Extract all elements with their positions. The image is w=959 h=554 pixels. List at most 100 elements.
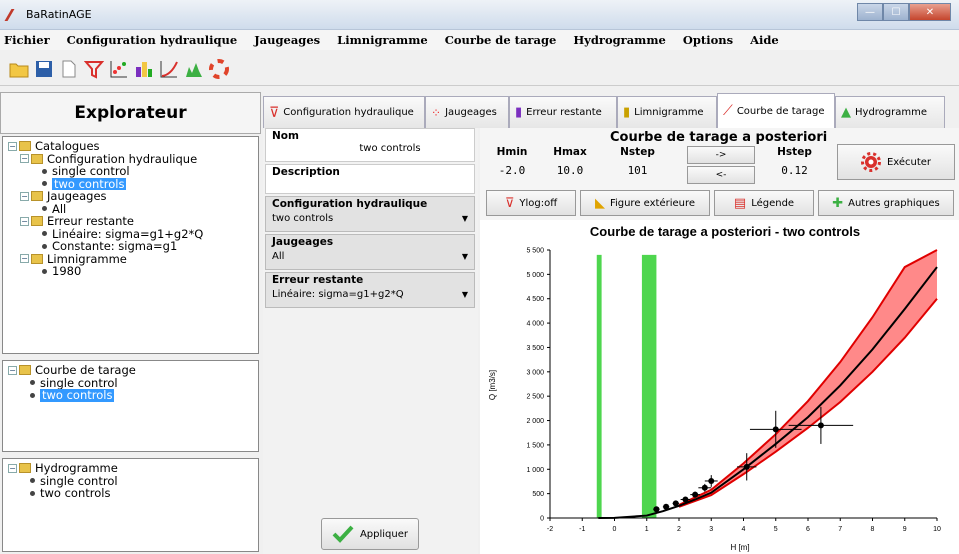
bullet-icon	[30, 490, 35, 496]
menu-fichier[interactable]: Fichier	[4, 33, 50, 47]
config-label: Configuration hydraulique	[272, 198, 428, 210]
tab-limnigramme[interactable]: ▮ Limnigramme	[617, 96, 717, 128]
save-icon[interactable]	[33, 58, 55, 80]
tree-courbe[interactable]: − Courbe de tarage	[8, 364, 253, 377]
chart-title: Courbe de tarage a posteriori - two cont…	[590, 224, 860, 239]
tree-config-single[interactable]: single control	[8, 165, 253, 178]
collapse-icon[interactable]: −	[20, 254, 29, 264]
ylog-button[interactable]: ⊽ Ylog:off	[486, 190, 576, 216]
rating-curve-form: Nom two controls Description Configurati…	[263, 128, 478, 554]
y-tick-label: 500	[532, 491, 544, 498]
open-folder-icon[interactable]	[8, 58, 30, 80]
close-button[interactable]: ✕	[909, 3, 951, 21]
tab-courbe-de-tarage[interactable]: ⟋ Courbe de tarage	[717, 93, 835, 128]
name-block: Nom two controls	[265, 128, 475, 162]
collapse-icon[interactable]: −	[8, 141, 17, 151]
menu-options[interactable]: Options	[683, 33, 733, 47]
window-title: BaRatinAGE	[26, 8, 92, 21]
collapse-icon[interactable]: −	[20, 216, 29, 226]
tree-jaugeages[interactable]: − Jaugeages	[8, 190, 253, 203]
folder-icon	[19, 463, 31, 474]
gaugings-select[interactable]: All ▼	[266, 249, 474, 264]
y-tick-label: 4 000	[526, 321, 544, 328]
bullet-icon	[42, 168, 47, 174]
gauging-point	[772, 426, 779, 433]
tree-limnigramme[interactable]: − Limnigramme	[8, 252, 253, 266]
execute-button[interactable]: Exécuter	[837, 144, 955, 180]
y-axis-label: Q [m3/s]	[488, 370, 497, 400]
collapse-icon[interactable]: −	[8, 463, 17, 473]
collapse-icon[interactable]: −	[8, 365, 17, 375]
bullet-icon	[42, 181, 47, 187]
hydrograph-icon[interactable]	[183, 58, 205, 80]
tree-label: Jaugeages	[47, 189, 107, 203]
remnant-error-icon[interactable]	[133, 58, 155, 80]
tree-hydro[interactable]: − Hydrogramme	[8, 462, 253, 475]
legend-button[interactable]: ▤ Légende	[714, 190, 814, 216]
tree-config-two[interactable]: two controls	[8, 177, 253, 190]
bullet-icon	[42, 231, 47, 237]
tree-courbe-two[interactable]: two controls	[8, 389, 253, 402]
menu-configuration-hydraulique[interactable]: Configuration hydraulique	[67, 33, 238, 47]
y-tick-label: 3 500	[526, 345, 544, 352]
menu-aide[interactable]: Aide	[750, 33, 779, 47]
tree-erreur[interactable]: − Erreur restante	[8, 215, 253, 228]
external-figure-icon: ◣	[594, 195, 605, 211]
tree-config-hyd[interactable]: − Configuration hydraulique	[8, 152, 253, 166]
name-label: Nom	[272, 130, 299, 142]
name-field[interactable]: two controls	[266, 143, 474, 154]
other-plots-icon: ✚	[832, 195, 844, 211]
menu-hydrogramme[interactable]: Hydrogramme	[573, 33, 666, 47]
hmin-field[interactable]: -2.0	[492, 164, 532, 177]
y-tick-label: 0	[540, 516, 544, 523]
new-document-icon[interactable]	[58, 58, 80, 80]
minimize-button[interactable]: —	[857, 3, 883, 21]
error-select[interactable]: Linéaire: sigma=g1+g2*Q ▼	[266, 287, 474, 302]
gaugings-icon: ⁘	[431, 105, 442, 120]
tab-jaugeages[interactable]: ⁘ Jaugeages	[425, 96, 509, 128]
rating-curve-icon[interactable]	[158, 58, 180, 80]
hstep-field[interactable]: 0.12	[772, 164, 817, 177]
hmin-param: Hmin -2.0	[492, 146, 532, 177]
x-tick-label: 6	[806, 526, 810, 533]
hydraulic-config-icon[interactable]	[83, 58, 105, 80]
hmax-field[interactable]: 10.0	[550, 164, 590, 177]
apply-button[interactable]: Appliquer	[321, 518, 419, 550]
y-tick-label: 1 500	[526, 442, 544, 449]
other-plots-button[interactable]: ✚ Autres graphiques	[818, 190, 954, 216]
y-tick-label: 3 000	[526, 369, 544, 376]
folder-icon	[31, 191, 43, 202]
gaugings-label: Jaugeages	[272, 236, 334, 248]
x-tick-label: 8	[871, 526, 875, 533]
compute-hstep-button[interactable]: ->	[687, 146, 755, 164]
collapse-icon[interactable]: −	[20, 154, 29, 164]
nstep-field[interactable]: 101	[615, 164, 660, 177]
menu-limnigramme[interactable]: Limnigramme	[337, 33, 428, 47]
config-select[interactable]: two controls ▼	[266, 211, 474, 226]
help-lifebuoy-icon[interactable]	[208, 58, 230, 80]
hstep-label: Hstep	[777, 146, 812, 158]
maximize-button[interactable]: ☐	[883, 3, 909, 21]
menu-bar: Fichier Configuration hydraulique Jaugea…	[0, 30, 959, 50]
gauging-point	[663, 503, 670, 510]
menu-courbe-de-tarage[interactable]: Courbe de tarage	[445, 33, 557, 47]
tab-configuration-hydraulique[interactable]: ⊽ Configuration hydraulique	[263, 96, 425, 128]
gaugings-icon[interactable]	[108, 58, 130, 80]
x-tick-label: 9	[903, 526, 907, 533]
tab-hydrogramme[interactable]: ▲ Hydrogramme	[835, 96, 945, 128]
tree-limni-1980[interactable]: 1980	[8, 265, 253, 278]
tree-catalogues[interactable]: − Catalogues	[8, 140, 253, 153]
explorer-title: Explorateur	[0, 92, 261, 134]
folder-icon	[19, 141, 31, 152]
tree-erreur-constante[interactable]: Constante: sigma=g1	[8, 240, 253, 253]
tree-hydro-two[interactable]: two controls	[8, 487, 253, 500]
tree-label: Catalogues	[35, 139, 100, 153]
gauging-point	[817, 422, 824, 429]
collapse-icon[interactable]: −	[20, 191, 29, 201]
external-figure-button[interactable]: ◣ Figure extérieure	[580, 190, 710, 216]
compute-nstep-button[interactable]: <-	[687, 166, 755, 184]
chevron-down-icon: ▼	[461, 252, 468, 261]
tab-erreur-restante[interactable]: ▮ Erreur restante	[509, 96, 617, 128]
menu-jaugeages[interactable]: Jaugeages	[254, 33, 320, 47]
y-tick-label: 5 500	[526, 248, 544, 255]
